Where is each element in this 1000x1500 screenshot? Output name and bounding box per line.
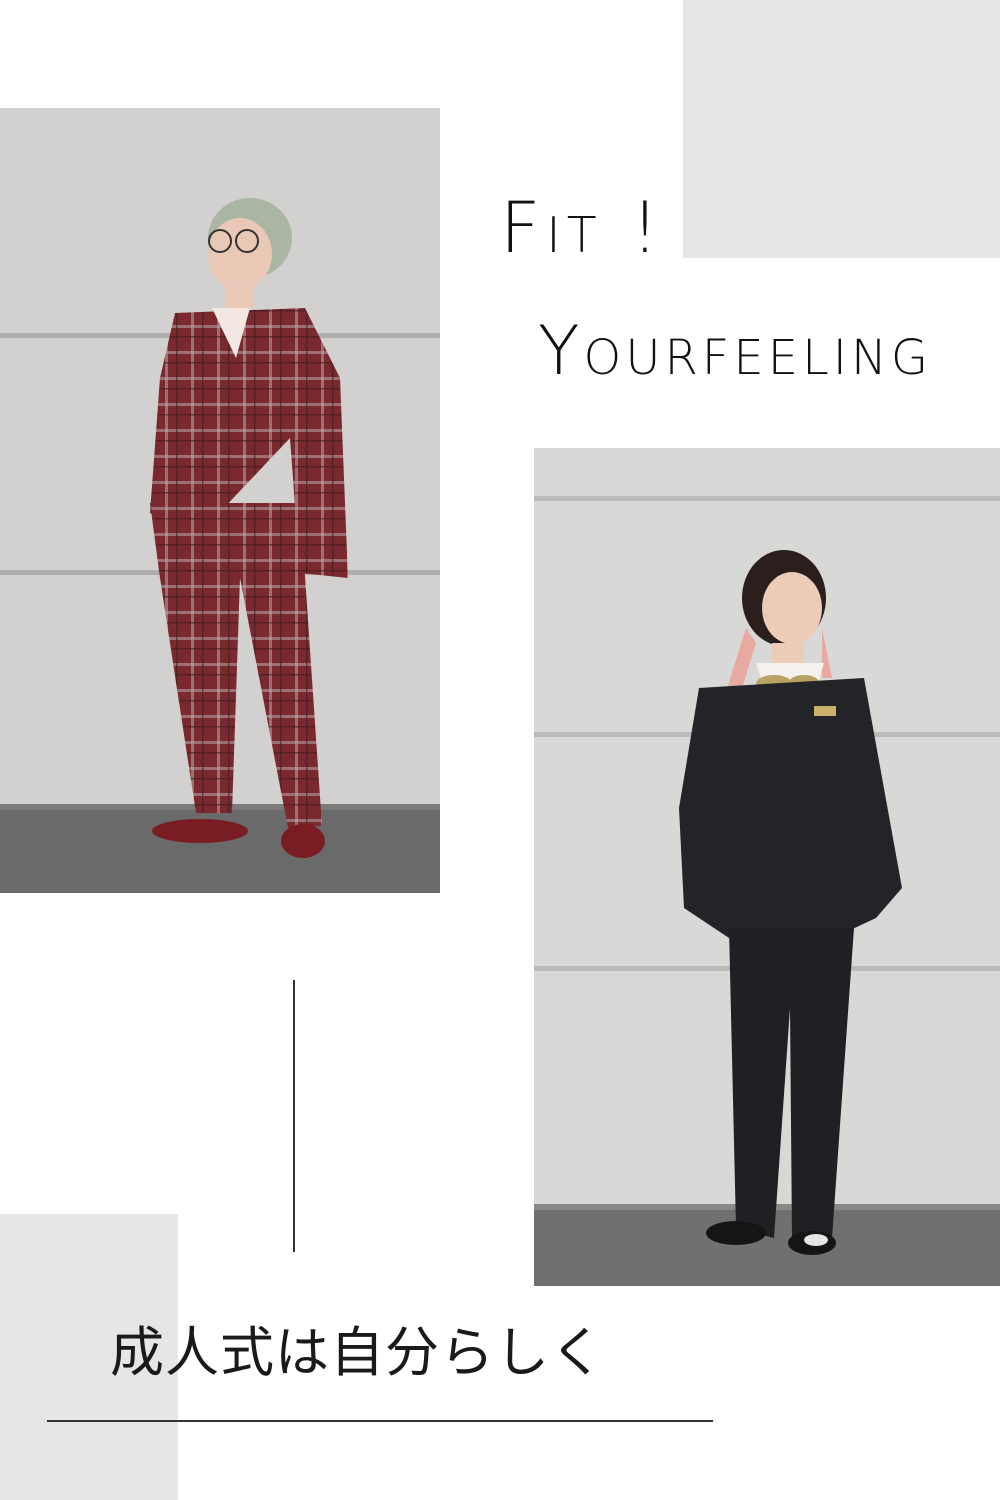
vertical-divider	[293, 980, 295, 1252]
photo-red-plaid-suit	[0, 108, 440, 893]
photo-black-suit	[534, 448, 1000, 1286]
accent-block-top	[683, 0, 1000, 258]
headline-fit: Fit !	[500, 187, 665, 269]
headline-yourfeeling: Yourfeeling	[538, 312, 933, 391]
tagline-japanese: 成人式は自分らしく	[110, 1321, 605, 1384]
horizontal-divider	[47, 1420, 713, 1422]
